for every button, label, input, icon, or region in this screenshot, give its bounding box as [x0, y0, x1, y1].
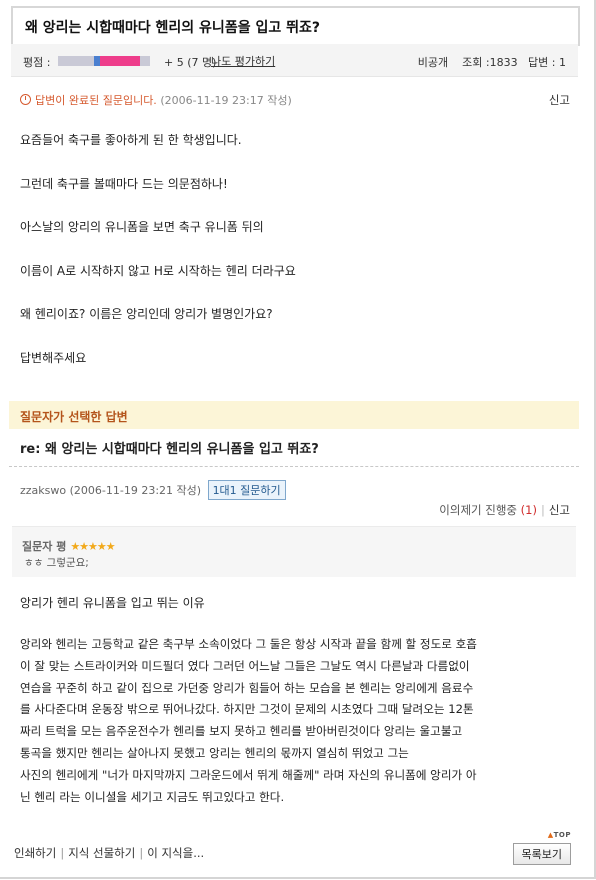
asker-evaluation: 질문자 평 ★★★★★ ㅎㅎ 그렇군요;	[12, 526, 576, 577]
selected-answer-header: 질문자가 선택한 답변	[9, 401, 579, 429]
divider	[9, 466, 579, 467]
answer-title: re: 왜 앙리는 시합때마다 헨리의 유니폼을 입고 뛰죠?	[20, 442, 319, 457]
question-body-line: 요즘들어 축구를 좋아하게 된 한 학생입니다.	[20, 133, 242, 147]
rating-bar	[58, 56, 150, 66]
answer-body-line: 통곡을 했지만 헨리는 살아나지 못했고 앙리는 헨리의 몫까지 열심히 뛰었고…	[20, 745, 409, 760]
rating-bar-fill	[100, 56, 140, 66]
question-body: 요즘들어 축구를 좋아하게 된 한 학생입니다. 그런데 축구를 볼때마다 드는…	[20, 131, 296, 392]
answer-body-line: 이 잘 맞는 스트라이커와 미드필더 였다 그러던 어느날 그들은 그날도 역시…	[20, 658, 470, 673]
scroll-top-link[interactable]: ▲TOP	[548, 831, 571, 839]
answer-author: zzakswo (2006-11-19 23:21 작성)	[20, 484, 202, 497]
answer-body-line: 짜리 트럭을 모는 음주운전수가 헨리를 보지 못하고 헨리를 받아버린것이다 …	[20, 724, 463, 739]
question-stats: 비공개 조회 :1833 답변 : 1	[417, 56, 566, 69]
dispute-count: (1)	[520, 503, 537, 517]
print-link[interactable]: 인쇄하기	[14, 846, 56, 860]
list-view-button[interactable]: 목록보기	[512, 843, 571, 865]
rate-link[interactable]: 나도 평가하기	[211, 53, 275, 69]
selected-answer-label: 질문자가 선택한 답변	[20, 410, 128, 424]
evaluation-comment: ㅎㅎ 그렇군요;	[24, 557, 89, 569]
dispute-label: 이의제기 진행중	[439, 503, 517, 517]
evaluation-heading: 질문자 평 ★★★★★	[22, 538, 116, 554]
answer-author-line: zzakswo (2006-11-19 23:21 작성) 1대1 질문하기	[20, 480, 286, 500]
answer-intro: 앙리가 헨리 유니폼을 입고 뛰는 이유	[20, 596, 205, 610]
question-title: 왜 앙리는 시합때마다 헨리의 유니폼을 입고 뛰죠?	[25, 20, 320, 36]
evaluation-label: 질문자 평	[22, 540, 67, 553]
status-text: 답변이 완료된 질문입니다.	[35, 94, 157, 107]
answer-body-line: 앙리와 헨리는 고등학교 같은 축구부 소속이었다 그 둘은 항상 시작과 끝을…	[20, 637, 477, 651]
question-date: (2006-11-19 23:17 작성)	[160, 94, 292, 107]
answer-body-line: 닌 헨리 라는 이니셜을 세기고 지금도 뛰고있다고 한다.	[20, 789, 285, 804]
share-knowledge-link[interactable]: 이 지식을...	[147, 846, 204, 860]
answer-body-line: 연습을 꾸준히 하고 같이 집으로 가던중 앙리가 힘들어 하는 모습을 본 헨…	[20, 680, 474, 695]
answer-body: 앙리와 헨리는 고등학교 같은 축구부 소속이었다 그 둘은 항상 시작과 끝을…	[20, 634, 580, 808]
bottom-links: 인쇄하기 | 지식 선물하기 | 이 지식을...	[14, 845, 204, 861]
question-body-line: 답변해주세요	[20, 350, 87, 365]
question-report-link[interactable]: 신고	[549, 92, 570, 108]
question-body-line: 아스날의 앙리의 유니폼을 보면 축구 유니폼 뒤의	[20, 220, 264, 234]
question-body-line: 이름이 A로 시작하지 않고 H로 시작하는 헨리 더라구요	[20, 263, 296, 278]
top-label: TOP	[553, 831, 571, 839]
rating-score: + 5 (7 명)	[164, 56, 217, 69]
answer-body-line: 를 사다준다며 운동장 밖으로 뛰어나갔다. 하지만 그것이 문제의 시초였다 …	[20, 702, 474, 717]
question-title-box: 왜 앙리는 시합때마다 헨리의 유니폼을 입고 뛰죠?	[11, 6, 580, 46]
question-body-line: 그런데 축구를 볼때마다 드는 의문점하나!	[20, 176, 228, 191]
question-meta-bar: 평점 : + 5 (7 명) 나도 평가하기 비공개 조회 :1833 답변 :…	[11, 44, 578, 77]
dispute-status: 이의제기 진행중 (1) | 신고	[439, 502, 570, 518]
gift-knowledge-link[interactable]: 지식 선물하기	[68, 846, 135, 860]
rating-label: 평점 :	[23, 56, 51, 69]
question-body-line: 왜 헨리이죠? 이름은 앙리인데 앙리가 별명인가요?	[20, 307, 273, 321]
separator: |	[139, 846, 144, 860]
answer-body-line: 사진의 헨리에게 "너가 마지막까지 그라운드에서 뛰게 해줄께" 라며 자신의…	[20, 767, 477, 782]
star-rating-icon: ★★★★★	[70, 540, 115, 553]
answer-report-link[interactable]: 신고	[549, 503, 570, 517]
clock-icon	[20, 94, 31, 105]
separator: |	[540, 503, 545, 517]
dispute-link[interactable]: 이의제기 진행중 (1)	[439, 503, 537, 517]
separator: |	[60, 846, 65, 860]
question-status: 답변이 완료된 질문입니다. (2006-11-19 23:17 작성)	[20, 92, 292, 108]
one-on-one-question-button[interactable]: 1대1 질문하기	[207, 480, 286, 500]
